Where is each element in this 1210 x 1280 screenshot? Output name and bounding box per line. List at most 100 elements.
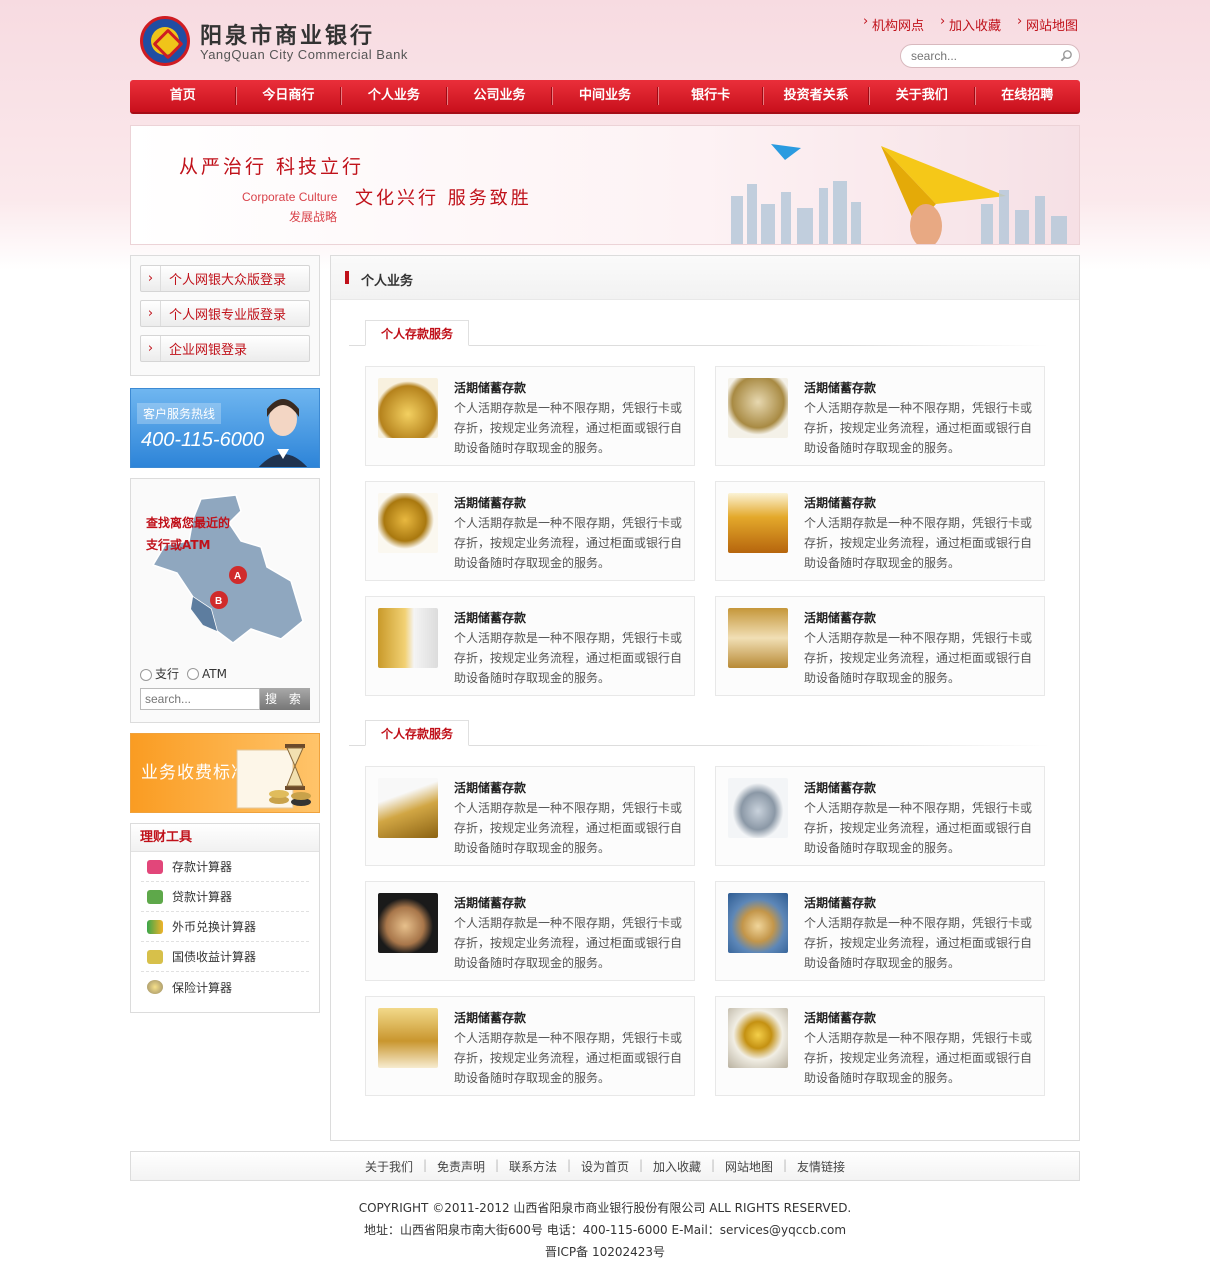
finder-search-input[interactable]	[140, 688, 260, 710]
footer-link-about[interactable]: 关于我们	[353, 1158, 425, 1175]
nav-intermediary[interactable]: 中间业务	[552, 79, 658, 113]
service-card[interactable]: 活期储蓄存款 个人活期存款是一种不限存期，凭银行卡或存折，按规定业务流程，通过柜…	[715, 366, 1045, 466]
card-title: 活期储蓄存款	[454, 381, 527, 395]
corporate-login-button[interactable]: › 企业网银登录	[140, 335, 310, 362]
card-title: 活期储蓄存款	[454, 1011, 527, 1025]
main-header: 个人业务	[331, 256, 1079, 300]
main-nav: 首页 今日商行 个人业务 公司业务 中间业务 银行卡 投资者关系 关于我们 在线…	[130, 80, 1080, 114]
fee-standard-banner[interactable]: 业务收费标准	[130, 733, 320, 813]
footer-link-homepage[interactable]: 设为首页	[567, 1158, 641, 1175]
nav-investor[interactable]: 投资者关系	[763, 79, 869, 113]
chevron-right-icon: ›	[141, 301, 161, 326]
gold-bars-clock-thumbnail	[378, 608, 438, 668]
car-thumbnail	[728, 778, 788, 838]
service-card[interactable]: 活期储蓄存款 个人活期存款是一种不限存期，凭银行卡或存折，按规定业务流程，通过柜…	[365, 766, 695, 866]
footer-link-friends[interactable]: 友情链接	[783, 1158, 857, 1175]
card-description: 个人活期存款是一种不限存期，凭银行卡或存折，按规定业务流程，通过柜面或银行自助设…	[804, 516, 1033, 570]
city-map-icon[interactable]: A B	[141, 489, 311, 649]
nav-about[interactable]: 关于我们	[868, 79, 975, 113]
bank-emblem-icon	[140, 16, 190, 66]
card-title: 活期储蓄存款	[804, 1011, 877, 1025]
service-card[interactable]: 活期储蓄存款 个人活期存款是一种不限存期，凭银行卡或存折，按规定业务流程，通过柜…	[715, 996, 1045, 1096]
service-card[interactable]: 活期储蓄存款 个人活期存款是一种不限存期，凭银行卡或存折，按规定业务流程，通过柜…	[365, 996, 695, 1096]
fee-standard-label: 业务收费标准	[141, 763, 249, 783]
ebank-login-box: › 个人网银大众版登录 › 个人网银专业版登录 › 企业网银登录	[130, 255, 320, 376]
card-description: 个人活期存款是一种不限存期，凭银行卡或存折，按规定业务流程，通过柜面或银行自助设…	[804, 801, 1033, 855]
footer-link-disclaimer[interactable]: 免责声明	[423, 1158, 497, 1175]
tool-deposit-calculator[interactable]: 存款计算器	[141, 852, 309, 882]
service-card[interactable]: 活期储蓄存款 个人活期存款是一种不限存期，凭银行卡或存折，按规定业务流程，通过柜…	[715, 766, 1045, 866]
section-tab-deposit-1[interactable]: 个人存款服务	[365, 320, 469, 346]
tool-exchange-calculator[interactable]: 外币兑换计算器	[141, 912, 309, 942]
bond-icon	[147, 949, 163, 964]
nav-careers[interactable]: 在线招聘	[974, 79, 1081, 113]
banner-strategy: 发展战略	[289, 210, 338, 224]
svg-text:B: B	[215, 596, 222, 607]
card-description: 个人活期存款是一种不限存期，凭银行卡或存折，按规定业务流程，通过柜面或银行自助设…	[454, 401, 683, 455]
tool-insurance-calculator[interactable]: 保险计算器	[141, 972, 309, 1002]
finder-search-button[interactable]: 搜 索	[260, 688, 310, 710]
top-link-favorite[interactable]: 加入收藏	[940, 14, 1001, 34]
personal-pro-login-button[interactable]: › 个人网银专业版登录	[140, 300, 310, 327]
service-card[interactable]: 活期储蓄存款 个人活期存款是一种不限存期，凭银行卡或存折，按规定业务流程，通过柜…	[365, 881, 695, 981]
service-card[interactable]: 活期储蓄存款 个人活期存款是一种不限存期，凭银行卡或存折，按规定业务流程，通过柜…	[365, 366, 695, 466]
coin-stacks-thumbnail	[728, 493, 788, 553]
section-tab-deposit-2[interactable]: 个人存款服务	[365, 720, 469, 746]
nav-personal[interactable]: 个人业务	[341, 79, 447, 113]
title-marker	[345, 271, 349, 284]
top-links: 机构网点 加入收藏 网站地图	[863, 14, 1078, 34]
service-card[interactable]: 活期储蓄存款 个人活期存款是一种不限存期，凭银行卡或存折，按规定业务流程，通过柜…	[365, 596, 695, 696]
top-link-branches[interactable]: 机构网点	[863, 14, 924, 34]
finder-type-radios: 支行 ATM	[140, 665, 227, 682]
top-link-sitemap[interactable]: 网站地图	[1017, 14, 1078, 34]
tool-bond-calculator[interactable]: 国债收益计算器	[141, 942, 309, 972]
house-model-thumbnail	[728, 893, 788, 953]
card-title: 活期储蓄存款	[804, 896, 877, 910]
banner-slogan-2: 文化兴行 服务致胜	[355, 188, 532, 209]
radio-atm[interactable]: ATM	[187, 667, 227, 681]
abacus-thumbnail	[378, 778, 438, 838]
card-title: 活期储蓄存款	[804, 381, 877, 395]
footer-link-contact[interactable]: 联系方法	[495, 1158, 569, 1175]
insurance-icon	[147, 980, 163, 994]
service-card[interactable]: 活期储蓄存款 个人活期存款是一种不限存期，凭银行卡或存折，按规定业务流程，通过柜…	[715, 881, 1045, 981]
banner-culture-en: Corporate Culture	[242, 190, 338, 204]
personal-mass-login-button[interactable]: › 个人网银大众版登录	[140, 265, 310, 292]
top-search-input[interactable]	[911, 49, 1051, 63]
gold-ball-thumbnail	[728, 1008, 788, 1068]
bank-logo[interactable]: 阳泉市商业银行 YangQuan City Commercial Bank	[140, 16, 420, 70]
nav-corporate[interactable]: 公司业务	[446, 79, 553, 113]
golden-piggy-thumbnail	[378, 493, 438, 553]
nav-home[interactable]: 首页	[130, 79, 236, 113]
card-description: 个人活期存款是一种不限存期，凭银行卡或存折，按规定业务流程，通过柜面或银行自助设…	[454, 916, 683, 970]
footer-link-favorite[interactable]: 加入收藏	[639, 1158, 713, 1175]
nav-bank-card[interactable]: 银行卡	[657, 79, 764, 113]
radio-branch[interactable]: 支行	[140, 665, 179, 682]
service-card[interactable]: 活期储蓄存款 个人活期存款是一种不限存期，凭银行卡或存折，按规定业务流程，通过柜…	[365, 481, 695, 581]
main-content: 个人业务 个人存款服务 活期储蓄存款 个人活期存款是一种不限存期，凭银行卡或存折…	[330, 255, 1080, 1141]
sidebar: › 个人网银大众版登录 › 个人网银专业版登录 › 企业网银登录 客户服务热线 …	[130, 255, 320, 1013]
coin-hand-thumbnail	[378, 1008, 438, 1068]
service-card[interactable]: 活期储蓄存款 个人活期存款是一种不限存期，凭银行卡或存折，按规定业务流程，通过柜…	[715, 596, 1045, 696]
currency-exchange-icon	[147, 919, 163, 934]
service-card[interactable]: 活期储蓄存款 个人活期存款是一种不限存期，凭银行卡或存折，按规定业务流程，通过柜…	[715, 481, 1045, 581]
copyright: COPYRIGHT ©2011-2012 山西省阳泉市商业银行股份有限公司 AL…	[358, 1201, 852, 1215]
finder-title-2: 支行或ATM	[146, 538, 211, 552]
search-icon[interactable]	[1060, 49, 1073, 62]
handshake-thumbnail	[378, 893, 438, 953]
hotline-number: 400-115-6000	[141, 429, 265, 451]
tool-loan-calculator[interactable]: 贷款计算器	[141, 882, 309, 912]
icp-number: 晋ICP备 10202423号	[544, 1245, 666, 1259]
hero-banner: 从严治行 科技立行 Corporate Culture 文化兴行 服务致胜 发展…	[130, 125, 1080, 245]
card-description: 个人活期存款是一种不限存期，凭银行卡或存折，按规定业务流程，通过柜面或银行自助设…	[804, 631, 1033, 685]
hotline-banner[interactable]: 客户服务热线 400-115-6000	[130, 388, 320, 468]
card-description: 个人活期存款是一种不限存期，凭银行卡或存折，按规定业务流程，通过柜面或银行自助设…	[454, 516, 683, 570]
banner-slogan-1: 从严治行 科技立行	[179, 156, 365, 178]
card-title: 活期储蓄存款	[454, 781, 527, 795]
coin-tower-thumbnail	[728, 608, 788, 668]
footer-link-sitemap[interactable]: 网站地图	[711, 1158, 785, 1175]
card-description: 个人活期存款是一种不限存期，凭银行卡或存折，按规定业务流程，通过柜面或银行自助设…	[454, 631, 683, 685]
nav-today[interactable]: 今日商行	[235, 79, 342, 113]
hotline-label: 客户服务热线	[137, 403, 222, 424]
banner-city-illustration	[731, 144, 1067, 244]
